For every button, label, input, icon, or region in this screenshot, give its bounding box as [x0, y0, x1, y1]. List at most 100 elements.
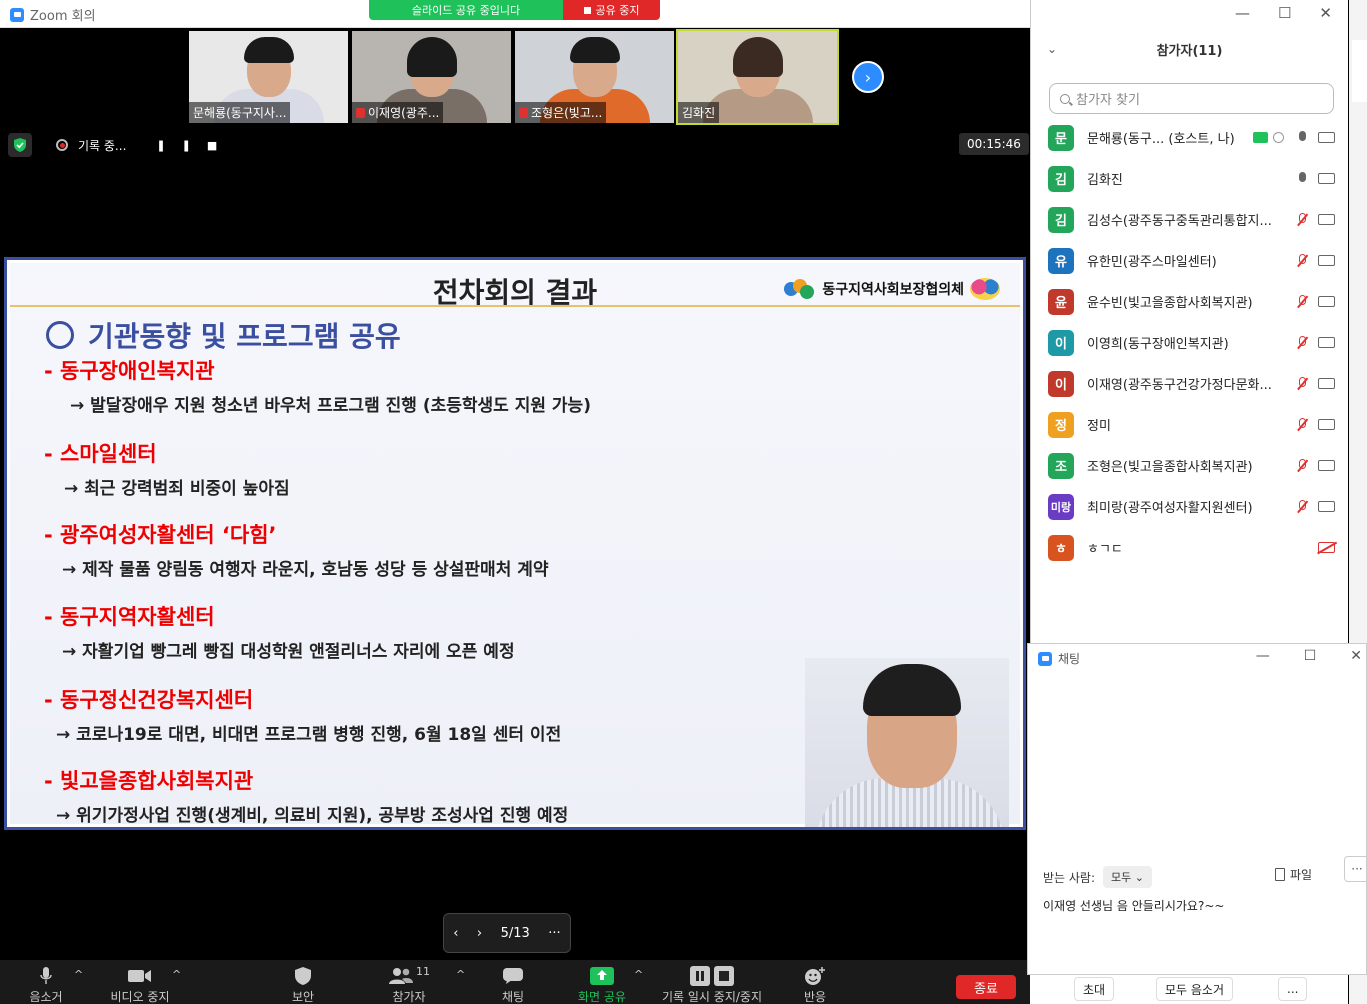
security-button[interactable]: 보안: [286, 964, 320, 1004]
slide-item-desc: → 제작 물품 양림동 여행자 라운지, 호남동 성당 등 상설판매처 계약: [62, 560, 549, 580]
chat-button[interactable]: 채팅: [496, 964, 530, 1004]
more-options-icon[interactable]: ···: [548, 926, 560, 941]
video-on-icon[interactable]: [1318, 501, 1335, 512]
participant-row[interactable]: 이 이재영(광주동구건강가정다문화...: [1031, 363, 1349, 404]
microphone-icon: [26, 964, 66, 988]
chat-more-button[interactable]: ···: [1344, 856, 1367, 882]
participants-button[interactable]: 11 참가자: [386, 964, 432, 1004]
microphone-muted-icon[interactable]: [1297, 294, 1307, 309]
stop-icon: [583, 6, 591, 14]
video-on-icon[interactable]: [1318, 419, 1335, 430]
stop-video-button[interactable]: 비디오 중지: [104, 964, 176, 1004]
circle-bullet-icon: [46, 321, 74, 349]
recipient-select[interactable]: 모두 ⌄: [1103, 866, 1152, 888]
video-on-icon[interactable]: [1318, 378, 1335, 389]
close-icon[interactable]: ✕: [1350, 648, 1362, 664]
video-on-icon[interactable]: [1318, 214, 1335, 225]
share-screen-label: 화면 공유: [578, 990, 626, 1004]
encryption-shield-icon[interactable]: [8, 133, 32, 157]
chat-message-input[interactable]: 이재영 선생님 음 안들리시가요?~~: [1043, 897, 1224, 914]
participant-row[interactable]: 윤 윤수빈(빛고을종합사회복지관): [1031, 281, 1349, 322]
share-screen-button[interactable]: 화면 공유: [574, 964, 630, 1004]
video-thumbnail-active-speaker[interactable]: 김화진: [676, 29, 839, 125]
microphone-muted-icon[interactable]: [1297, 458, 1307, 473]
video-on-icon[interactable]: [1318, 132, 1335, 143]
participant-row[interactable]: 조 조형은(빛고을종합사회복지관): [1031, 445, 1349, 486]
participant-name: 문해룡(동구... (호스트, 나): [1087, 128, 1267, 147]
share-status-label[interactable]: 슬라이드 공유 중입니다: [369, 0, 563, 20]
video-on-icon[interactable]: [1318, 255, 1335, 266]
recording-controls-button[interactable]: 기록 일시 중지/중지: [656, 964, 768, 1004]
video-off-icon[interactable]: [1318, 542, 1335, 553]
participant-row[interactable]: ㅎ ㅎㄱㄷ: [1031, 527, 1349, 568]
chat-bubble-icon: [496, 964, 530, 988]
participant-name-text: 문해룡(동구... (호스트, 나): [1087, 132, 1235, 147]
pause-recording-icon[interactable]: ❚❚: [156, 139, 206, 152]
stop-share-button[interactable]: 공유 중지: [563, 0, 660, 20]
recording-bar: 기록 중... ❚❚■: [8, 131, 233, 159]
maximize-icon[interactable]: ☐: [1304, 648, 1317, 664]
participant-list: 문 문해룡(동구... (호스트, 나) 김 김화진 김 김성수(광주동구중독관…: [1031, 117, 1349, 568]
end-meeting-button[interactable]: 종료: [956, 975, 1016, 999]
video-options-caret-icon[interactable]: ^: [172, 968, 181, 981]
participant-row[interactable]: 유 유한민(광주스마일센터): [1031, 240, 1349, 281]
video-on-icon[interactable]: [1318, 460, 1335, 471]
stop-recording-icon[interactable]: ■: [207, 139, 233, 152]
video-thumbnail[interactable]: 이재영(광주...: [352, 31, 511, 123]
participant-avatar: 이: [1048, 370, 1074, 397]
participant-row[interactable]: 정 정미: [1031, 404, 1349, 445]
video-on-icon[interactable]: [1318, 173, 1335, 184]
slide-canvas: 전차회의 결과 동구지역사회보장협의체 기관동향 및 프로그램 공유 - 동구장…: [10, 263, 1020, 827]
next-slide-icon[interactable]: ›: [477, 926, 482, 941]
microphone-muted-icon[interactable]: [1297, 417, 1307, 432]
mute-all-button[interactable]: 모두 음소거: [1156, 977, 1234, 1001]
shield-icon: [286, 964, 320, 988]
send-file-button[interactable]: 파일: [1275, 866, 1312, 883]
minimize-icon[interactable]: —: [1235, 4, 1250, 22]
video-thumbnail[interactable]: 조형은(빛고...: [515, 31, 674, 123]
next-thumbnails-button[interactable]: ›: [852, 61, 884, 93]
meeting-toolbar: 음소거 ^ 비디오 중지 ^ 보안 11 참가자 ^ 채팅 화면 공유 ^ 기록…: [0, 960, 1030, 1004]
slide-heading-text: 기관동향 및 프로그램 공유: [88, 320, 401, 353]
video-on-icon[interactable]: [1318, 337, 1335, 348]
audio-options-caret-icon[interactable]: ^: [74, 968, 83, 981]
participant-name: 정미: [1087, 419, 1111, 434]
microphone-muted-icon[interactable]: [1297, 253, 1307, 268]
participant-row[interactable]: 이 이영희(동구장애인복지관): [1031, 322, 1349, 363]
participant-search-input[interactable]: 참가자 찾기: [1049, 83, 1334, 114]
reactions-button[interactable]: 반응: [800, 964, 830, 1004]
microphone-muted-icon[interactable]: [1297, 376, 1307, 391]
invite-button[interactable]: 초대: [1074, 977, 1115, 1001]
microphone-muted-icon[interactable]: [1297, 335, 1307, 350]
previous-slide-icon[interactable]: ‹: [453, 926, 458, 941]
smiley-plus-icon: [800, 964, 830, 988]
participants-options-caret-icon[interactable]: ^: [456, 968, 465, 981]
microphone-on-icon[interactable]: [1297, 130, 1307, 145]
recording-controls-label: 기록 일시 중지/중지: [662, 990, 762, 1004]
more-participant-actions-button[interactable]: ...: [1278, 977, 1308, 1001]
maximize-icon[interactable]: ☐: [1278, 4, 1291, 22]
chevron-right-icon: ›: [864, 67, 872, 87]
mute-button[interactable]: 음소거: [26, 964, 66, 1004]
microphone-muted-icon[interactable]: [1297, 499, 1307, 514]
participant-video-hair: [243, 37, 294, 63]
minimize-icon[interactable]: —: [1256, 648, 1270, 664]
stop-share-label: 공유 중지: [595, 4, 640, 17]
video-thumbnail[interactable]: 문해룡(동구지사...: [189, 31, 348, 123]
share-options-caret-icon[interactable]: ^: [634, 968, 643, 981]
slide-item: - 스마일센터 → 최근 강력범죄 비중이 높아짐: [44, 438, 290, 499]
chat-window: 채팅 — ☐ ✕ 받는 사람: 모두 ⌄ 파일 ··· 이재영 선생님 음 안들…: [1027, 643, 1367, 975]
participant-row[interactable]: 김 김성수(광주동구중독관리통합지...: [1031, 199, 1349, 240]
close-icon[interactable]: ✕: [1319, 4, 1332, 22]
recording-controls: ❚❚■: [156, 139, 233, 152]
app-title: Zoom 회의: [10, 5, 96, 24]
participant-row[interactable]: 미랑 최미랑(광주여성자활지원센터): [1031, 486, 1349, 527]
video-on-icon[interactable]: [1318, 296, 1335, 307]
microphone-muted-icon[interactable]: [1297, 212, 1307, 227]
window-controls: — ☐ ✕: [1235, 4, 1332, 22]
thumbnail-name-text: 문해룡(동구지사...: [193, 106, 287, 120]
microphone-on-icon[interactable]: [1297, 171, 1307, 186]
participant-row[interactable]: 문 문해룡(동구... (호스트, 나): [1031, 117, 1349, 158]
participant-avatar: 미랑: [1048, 493, 1074, 520]
participant-row[interactable]: 김 김화진: [1031, 158, 1349, 199]
